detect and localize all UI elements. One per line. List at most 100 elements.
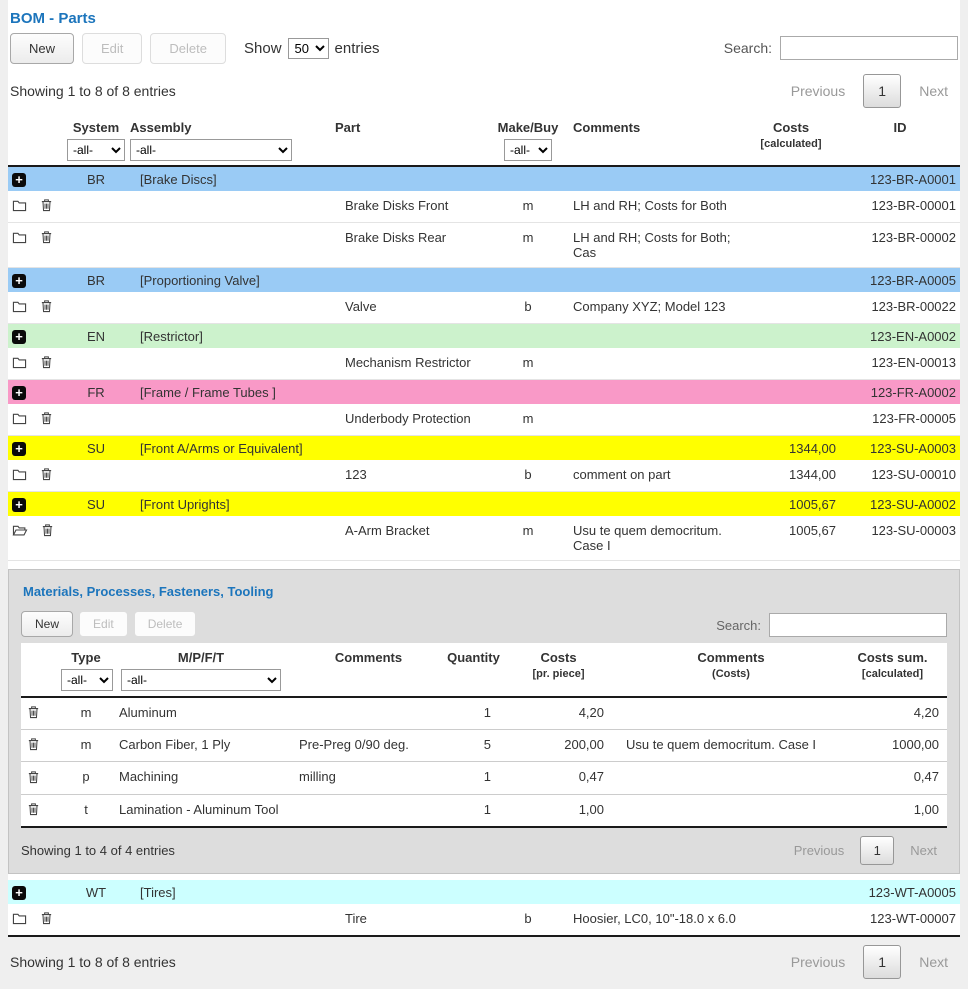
assembly-row[interactable]: + WT [Tires] 123-WT-A0005	[8, 880, 960, 904]
delete-button[interactable]: Delete	[150, 33, 226, 64]
costs-cell: 0,47	[501, 762, 616, 794]
trash-icon[interactable]	[27, 802, 40, 819]
costs-cell	[746, 348, 844, 380]
assembly-filter-select[interactable]: -all-	[130, 139, 292, 161]
main-toolbar: New Edit Delete Show 50 entries Search:	[10, 33, 958, 64]
expand-icon[interactable]: +	[12, 386, 26, 400]
part-row[interactable]: Brake Disks Rear m LH and RH; Costs for …	[8, 223, 960, 268]
mpft-filter-select[interactable]: -all-	[121, 669, 281, 691]
id-cell: 123-EN-A0002	[844, 324, 960, 349]
expand-icon[interactable]: +	[12, 498, 26, 512]
mpft-column-header[interactable]: M/P/F/T -all-	[111, 643, 291, 697]
part-row-expanded[interactable]: A-Arm Bracket m Usu te quem democritum. …	[8, 516, 960, 561]
trash-icon[interactable]	[40, 467, 53, 484]
mpft-search-input[interactable]	[769, 613, 947, 637]
next-button[interactable]: Next	[909, 954, 958, 970]
folder-icon[interactable]	[12, 411, 27, 428]
trash-icon[interactable]	[27, 770, 40, 787]
costs-cell	[746, 324, 844, 349]
system-column-header[interactable]: System -all-	[62, 114, 130, 166]
part-column-header[interactable]: Part	[335, 114, 495, 166]
previous-button[interactable]: Previous	[781, 954, 855, 970]
part-row[interactable]: Valve b Company XYZ; Model 123 123-BR-00…	[8, 292, 960, 324]
quantity-cell: 1	[446, 794, 501, 827]
folder-icon[interactable]	[12, 198, 27, 215]
assembly-row[interactable]: + SU [Front A/Arms or Equivalent] 1344,0…	[8, 436, 960, 461]
folder-icon[interactable]	[12, 299, 27, 316]
expand-icon[interactable]: +	[12, 886, 26, 900]
makebuy-column-header[interactable]: Make/Buy -all-	[495, 114, 561, 166]
mpft-cell: Aluminum	[111, 697, 291, 730]
page-1-button[interactable]: 1	[860, 836, 894, 865]
empty-cell	[495, 380, 561, 405]
trash-icon[interactable]	[40, 411, 53, 428]
comments-costs-column-header[interactable]: Comments (Costs)	[616, 643, 846, 697]
type-column-header[interactable]: Type -all-	[61, 643, 111, 697]
part-row[interactable]: 123 b comment on part 1344,00 123-SU-000…	[8, 460, 960, 492]
trash-icon[interactable]	[40, 299, 53, 316]
next-button[interactable]: Next	[909, 83, 958, 99]
comments-column-header[interactable]: Comments	[291, 643, 446, 697]
quantity-column-header[interactable]: Quantity	[446, 643, 501, 697]
trash-icon[interactable]	[41, 523, 54, 540]
trash-icon[interactable]	[40, 230, 53, 247]
part-row[interactable]: Underbody Protection m 123-FR-00005	[8, 404, 960, 436]
previous-button[interactable]: Previous	[784, 843, 855, 858]
trash-icon[interactable]	[40, 911, 53, 928]
part-row[interactable]: Brake Disks Front m LH and RH; Costs for…	[8, 191, 960, 223]
part-row[interactable]: Tire b Hoosier, LC0, 10"-18.0 x 6.0 123-…	[8, 904, 960, 936]
trash-icon[interactable]	[27, 705, 40, 722]
page-length-select[interactable]: 50	[288, 38, 329, 59]
assembly-column-header[interactable]: Assembly -all-	[130, 114, 335, 166]
assembly-row[interactable]: + BR [Brake Discs] 123-BR-A0001	[8, 166, 960, 191]
costs-column-header[interactable]: Costs [pr. piece]	[501, 643, 616, 697]
folder-icon[interactable]	[12, 355, 27, 372]
comments-column-header[interactable]: Comments	[561, 114, 746, 166]
folder-icon[interactable]	[12, 230, 27, 247]
mpft-row[interactable]: m Carbon Fiber, 1 Ply Pre-Preg 0/90 deg.…	[21, 730, 947, 762]
assembly-row[interactable]: + EN [Restrictor] 123-EN-A0002	[8, 324, 960, 349]
makebuy-cell: b	[495, 460, 561, 492]
costs-column-header[interactable]: Costs [calculated]	[746, 114, 844, 166]
assembly-row[interactable]: + SU [Front Uprights] 1005,67 123-SU-A00…	[8, 492, 960, 517]
expand-icon[interactable]: +	[12, 442, 26, 456]
new-button[interactable]: New	[10, 33, 74, 64]
search-input[interactable]	[780, 36, 958, 60]
previous-button[interactable]: Previous	[781, 83, 855, 99]
id-cell: 123-SU-00003	[844, 516, 960, 561]
makebuy-filter-select[interactable]: -all-	[504, 139, 552, 161]
mpft-row[interactable]: m Aluminum 1 4,20 4,20	[21, 697, 947, 730]
id-column-header[interactable]: ID	[844, 114, 960, 166]
trash-icon[interactable]	[40, 355, 53, 372]
page-1-button[interactable]: 1	[863, 945, 901, 979]
empty-cell	[495, 268, 561, 293]
expand-icon[interactable]: +	[12, 173, 26, 187]
trash-icon[interactable]	[27, 737, 40, 754]
folder-icon[interactable]	[12, 911, 27, 928]
system-filter-select[interactable]: -all-	[67, 139, 125, 161]
mpft-new-button[interactable]: New	[21, 611, 73, 637]
mpft-row[interactable]: p Machining milling 1 0,47 0,47	[21, 762, 947, 794]
edit-button[interactable]: Edit	[82, 33, 142, 64]
next-button[interactable]: Next	[900, 843, 947, 858]
expand-icon[interactable]: +	[12, 330, 26, 344]
empty-cell	[495, 880, 561, 904]
folder-icon[interactable]	[12, 467, 27, 484]
part-row[interactable]: Mechanism Restrictor m 123-EN-00013	[8, 348, 960, 380]
mpft-edit-button[interactable]: Edit	[79, 611, 128, 637]
system-cell: WT	[62, 880, 130, 904]
costs-sum-column-header[interactable]: Costs sum. [calculated]	[846, 643, 947, 697]
makebuy-cell: b	[495, 904, 561, 936]
assembly-row[interactable]: + BR [Proportioning Valve] 123-BR-A0005	[8, 268, 960, 293]
mpft-delete-button[interactable]: Delete	[134, 611, 197, 637]
id-cell: 123-WT-00007	[844, 904, 960, 936]
page-1-button[interactable]: 1	[863, 74, 901, 108]
comments-cell: milling	[291, 762, 446, 794]
assembly-row[interactable]: + FR [Frame / Frame Tubes ] 123-FR-A0002	[8, 380, 960, 405]
open-folder-icon[interactable]	[12, 523, 28, 540]
mpft-row[interactable]: t Lamination - Aluminum Tool 1 1,00 1,00	[21, 794, 947, 827]
costs-sum-cell: 1,00	[846, 794, 947, 827]
expand-icon[interactable]: +	[12, 274, 26, 288]
type-filter-select[interactable]: -all-	[61, 669, 113, 691]
trash-icon[interactable]	[40, 198, 53, 215]
